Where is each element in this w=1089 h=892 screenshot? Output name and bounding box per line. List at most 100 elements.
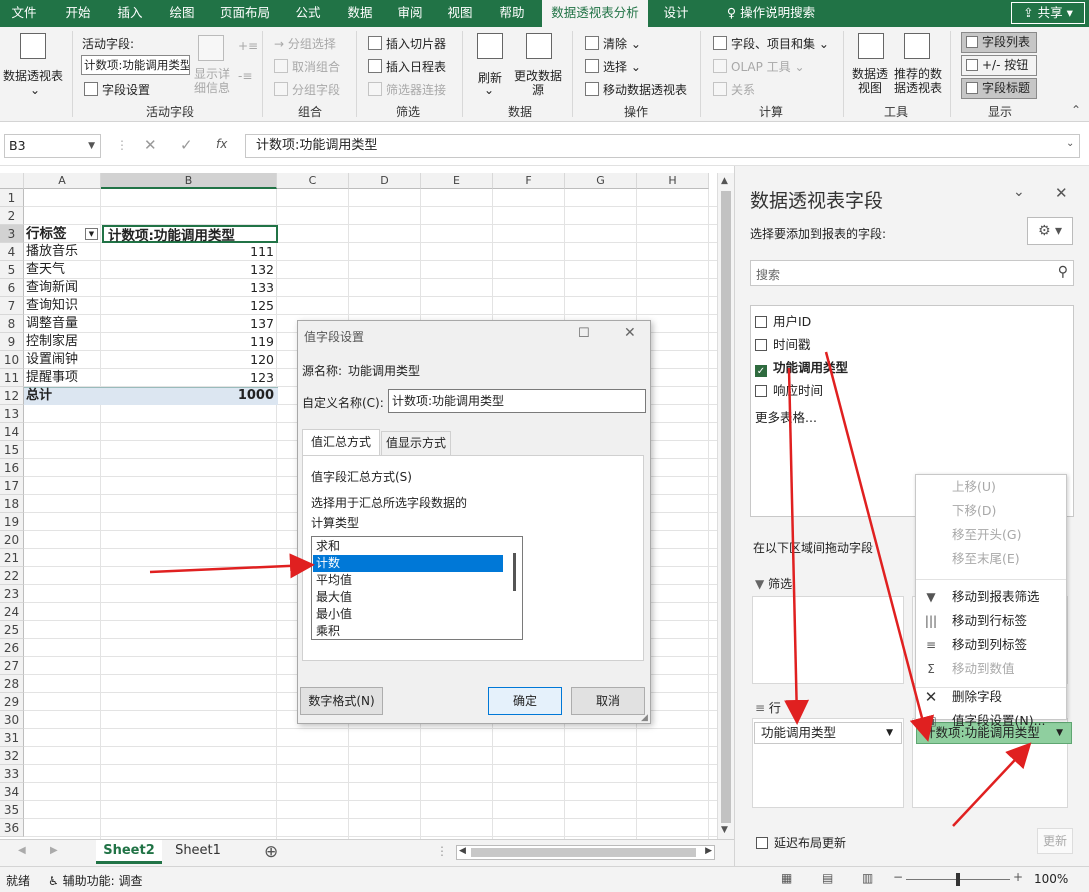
ok-button[interactable]: 确定 [488,687,562,715]
maximize-icon[interactable]: ☐ [578,326,590,341]
move-pivot-button[interactable]: 移动数据透视表 [585,81,687,98]
list-scroll-thumb[interactable] [513,553,516,591]
column-header[interactable]: H [637,173,709,189]
h-scroll-thumb[interactable] [471,848,696,857]
vertical-scrollbar[interactable]: ▲ ▼ [717,173,734,839]
calc-type-option[interactable]: 计数 [313,555,503,572]
row-header[interactable]: 14 [0,423,24,441]
checkbox[interactable] [755,385,767,397]
row-filter-dropdown-icon[interactable]: ▼ [85,228,98,240]
field-settings-button[interactable]: 字段设置 [84,81,150,98]
expand-field-icon[interactable]: +≡ [238,39,258,53]
recommended-pivot-button[interactable]: 推荐的数据透视表 [892,67,944,95]
row-header[interactable]: 17 [0,477,24,495]
share-button[interactable]: ⇪ 共享 ▾ [1011,2,1085,24]
row-header[interactable]: 6 [0,279,24,297]
row-header[interactable]: 18 [0,495,24,513]
row-header[interactable]: 23 [0,585,24,603]
row-header[interactable]: 36 [0,819,24,837]
tab-tell-me[interactable]: ♀ 操作说明搜索 [716,0,826,27]
row-header[interactable]: 22 [0,567,24,585]
panel-close-icon[interactable]: ✕ [1055,184,1068,202]
sheet-tab[interactable]: Sheet1 [166,840,230,864]
field-item[interactable]: 时间戳 [755,337,811,355]
row-header[interactable]: 12 [0,387,24,405]
pivot-row-value[interactable]: 120 [102,351,274,369]
row-header[interactable]: 19 [0,513,24,531]
relationships-button[interactable]: 关系 [713,81,755,98]
normal-view-icon[interactable]: ▦ [781,871,792,885]
expand-formula-icon[interactable]: ⌄ [1066,138,1074,149]
drill-down-button[interactable]: 显示详细信息 [194,67,234,95]
row-header[interactable]: 32 [0,747,24,765]
tab-show-values[interactable]: 值显示方式 [381,431,451,455]
zoom-in-icon[interactable]: + [1013,870,1023,884]
clear-button[interactable]: 清除 ⌄ [585,35,641,52]
zoom-out-icon[interactable]: − [893,870,903,884]
active-field-input[interactable]: 计数项:功能调用类型 [81,55,190,75]
pivot-row-label[interactable]: 查询新闻 [26,279,102,297]
pivot-total-label[interactable]: 总计 [26,387,96,405]
context-menu-item[interactable]: ▣ 值字段设置(N)... [916,709,1066,733]
name-box-dropdown-icon[interactable]: ▼ [88,135,95,157]
field-item[interactable]: ✓ 功能调用类型 [755,360,848,378]
row-header[interactable]: 15 [0,441,24,459]
column-header[interactable]: G [565,173,637,189]
tab-design[interactable]: 设计 [654,0,698,27]
row-field-chip[interactable]: 功能调用类型 ▼ [754,722,902,744]
tab-view[interactable]: 视图 [438,0,482,27]
pivot-row-value[interactable]: 119 [102,333,274,351]
pivot-row-value[interactable]: 111 [102,243,274,261]
context-menu-item[interactable]: ≡ 移动到列标签 [916,633,1066,657]
calc-type-option[interactable]: 最小值 [313,606,503,623]
pivot-header-value[interactable]: 计数项:功能调用类型 [102,225,278,244]
field-headers-toggle[interactable]: 字段标题 [961,78,1037,99]
tab-pivot-analyze[interactable]: 数据透视表分析 [542,0,648,27]
ungroup-button[interactable]: 取消组合 [274,58,340,75]
row-header[interactable]: 27 [0,657,24,675]
row-header[interactable]: 26 [0,639,24,657]
add-sheet-icon[interactable]: ⊕ [264,842,278,862]
column-header[interactable]: A [24,173,101,189]
field-list-toggle[interactable]: 字段列表 [961,32,1037,53]
pivot-total-value[interactable]: 1000 [102,387,274,405]
panel-options-chevron-icon[interactable]: ⌄ [1013,184,1025,200]
next-sheet-icon[interactable]: ▶ [50,845,58,856]
tab-review[interactable]: 审阅 [388,0,432,27]
row-header[interactable]: 35 [0,801,24,819]
tab-page-layout[interactable]: 页面布局 [212,0,278,27]
select-button[interactable]: 选择 ⌄ [585,58,641,75]
page-break-icon[interactable]: ▥ [862,871,873,885]
gear-icon[interactable]: ⚙ ▾ [1027,217,1073,245]
column-header[interactable]: D [349,173,421,189]
pivot-row-label[interactable]: 调整音量 [26,315,102,333]
row-header[interactable]: 20 [0,531,24,549]
row-header[interactable]: 16 [0,459,24,477]
column-header[interactable]: B [101,173,277,189]
row-header[interactable]: 25 [0,621,24,639]
calc-type-list[interactable]: 求和 计数 平均值 最大值 最小值 乘积 [311,536,523,640]
field-item[interactable]: 用户ID [755,314,811,332]
filters-area[interactable] [752,596,904,684]
row-header[interactable]: 7 [0,297,24,315]
change-source-button[interactable]: 更改数据源 [512,69,564,97]
row-header[interactable]: 5 [0,261,24,279]
defer-update-checkbox[interactable]: 延迟布局更新 [756,834,846,851]
pivot-row-value[interactable]: 123 [102,369,274,387]
row-header[interactable]: 3 [0,225,24,243]
pivot-row-label[interactable]: 播放音乐 [26,243,102,261]
chevron-down-icon[interactable]: ▼ [886,723,893,743]
zoom-slider-thumb[interactable] [956,873,960,886]
tab-insert[interactable]: 插入 [108,0,152,27]
tab-formulas[interactable]: 公式 [286,0,330,27]
horizontal-scrollbar[interactable]: ◀ ▶ [456,845,715,860]
context-menu-item[interactable]: 上移(U) [916,475,1066,499]
context-menu-item[interactable]: 移至开头(G) [916,523,1066,547]
pivot-row-label[interactable]: 提醒事项 [26,369,102,387]
name-box[interactable]: B3 ▼ [4,134,101,158]
row-header[interactable]: 8 [0,315,24,333]
fields-items-sets-button[interactable]: 字段、项目和集 ⌄ [713,35,829,52]
checkbox[interactable] [755,316,767,328]
checkbox[interactable]: ✓ [755,365,767,377]
context-menu-item[interactable]: ||| 移动到行标签 [916,609,1066,633]
